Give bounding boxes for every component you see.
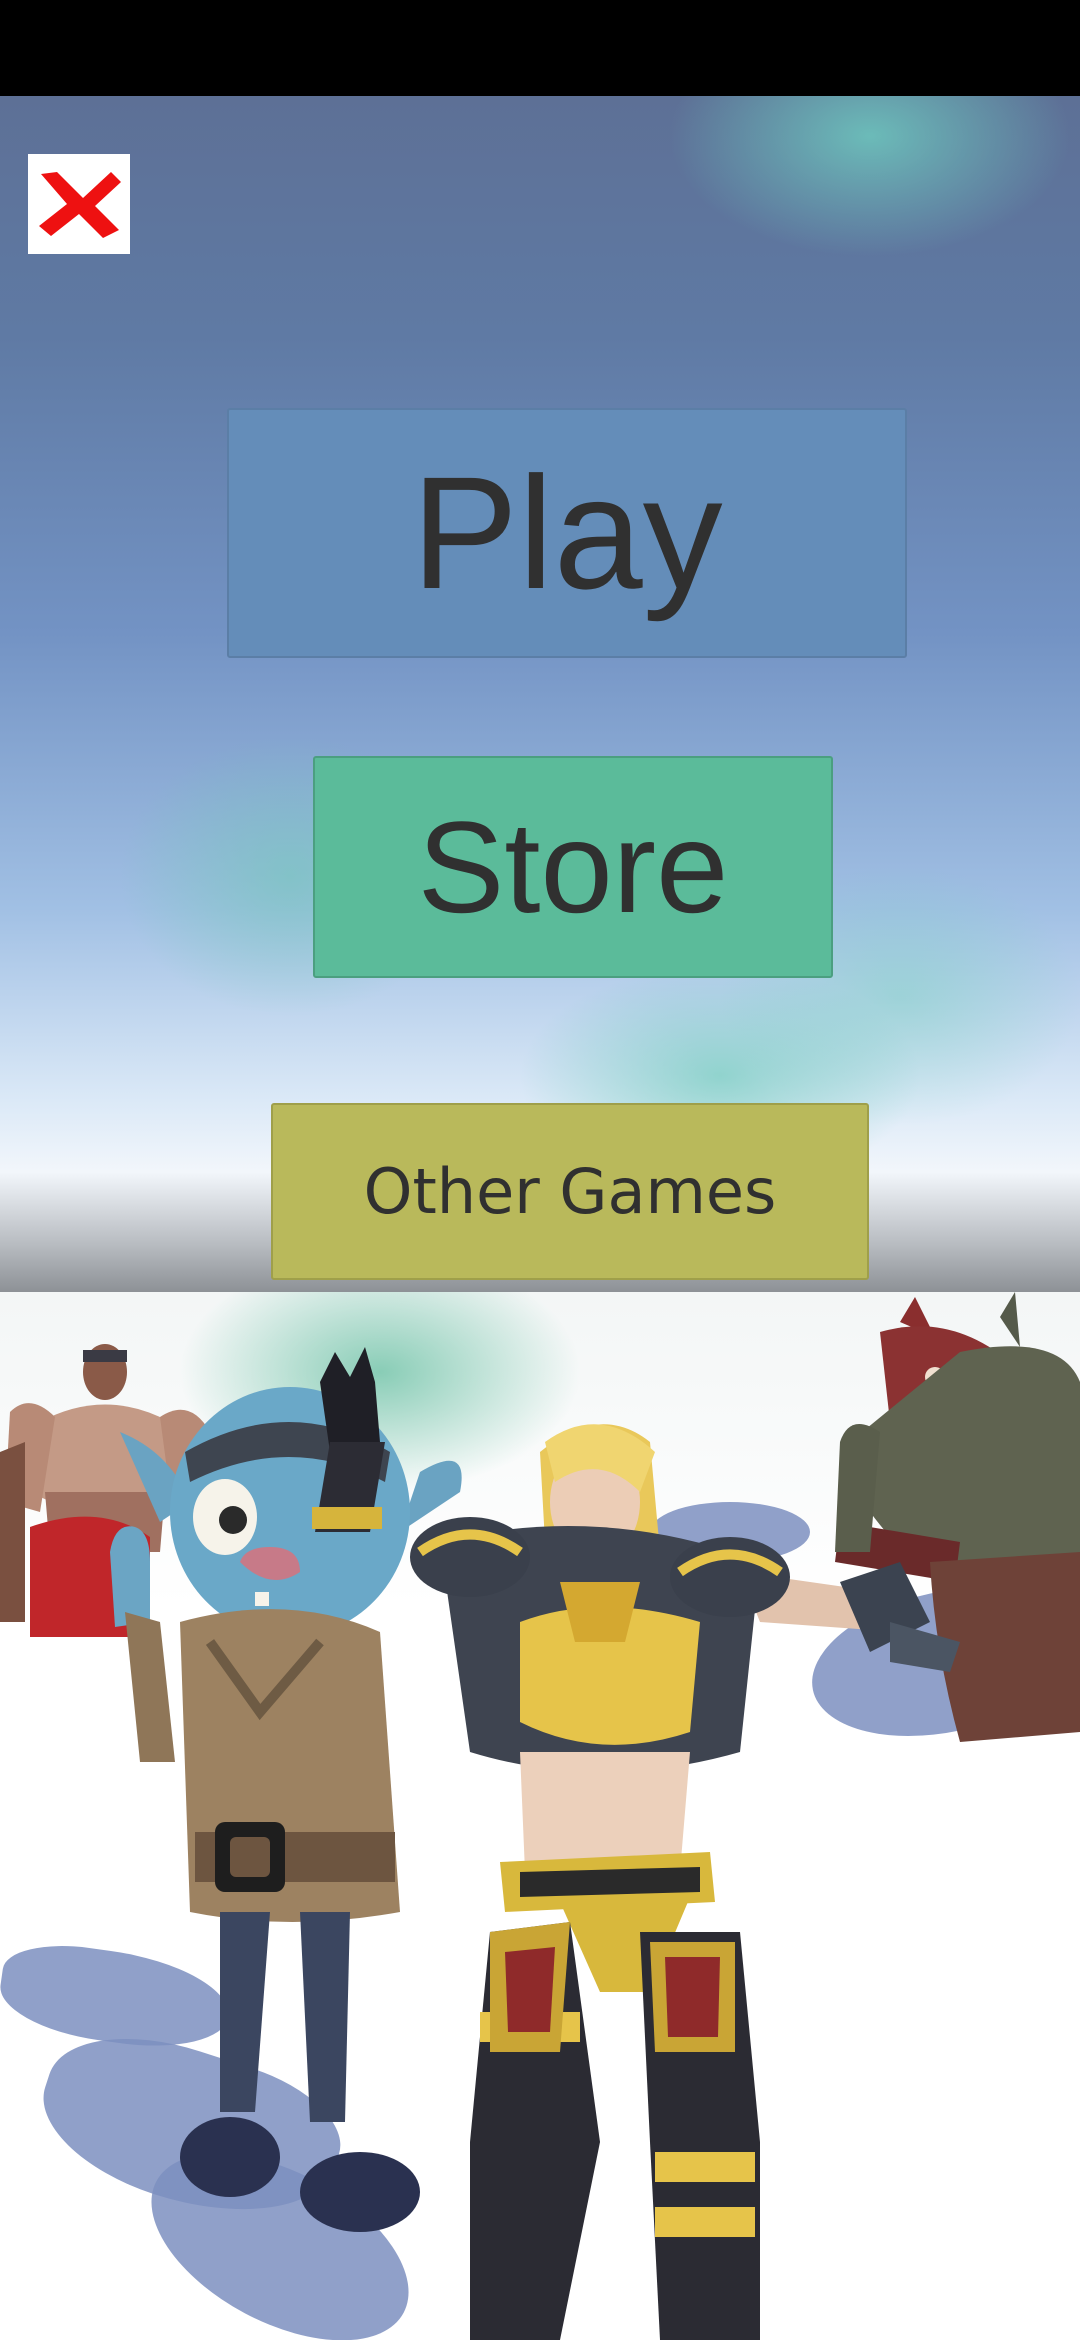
blue-goblin-character — [110, 1387, 462, 2232]
other-games-button[interactable]: Other Games — [271, 1103, 869, 1280]
other-games-button-label: Other Games — [363, 1155, 777, 1228]
characters-illustration — [0, 1292, 1080, 2340]
close-icon — [39, 172, 121, 238]
play-button-label: Play — [411, 443, 723, 622]
horned-demon-character — [835, 1292, 1080, 1742]
store-button[interactable]: Store — [313, 756, 833, 978]
close-button[interactable] — [28, 154, 130, 254]
main-menu-screen: Play Store Other Games — [0, 0, 1080, 2340]
play-button[interactable]: Play — [227, 408, 907, 658]
status-bar — [0, 0, 1080, 96]
store-button-label: Store — [417, 794, 729, 940]
